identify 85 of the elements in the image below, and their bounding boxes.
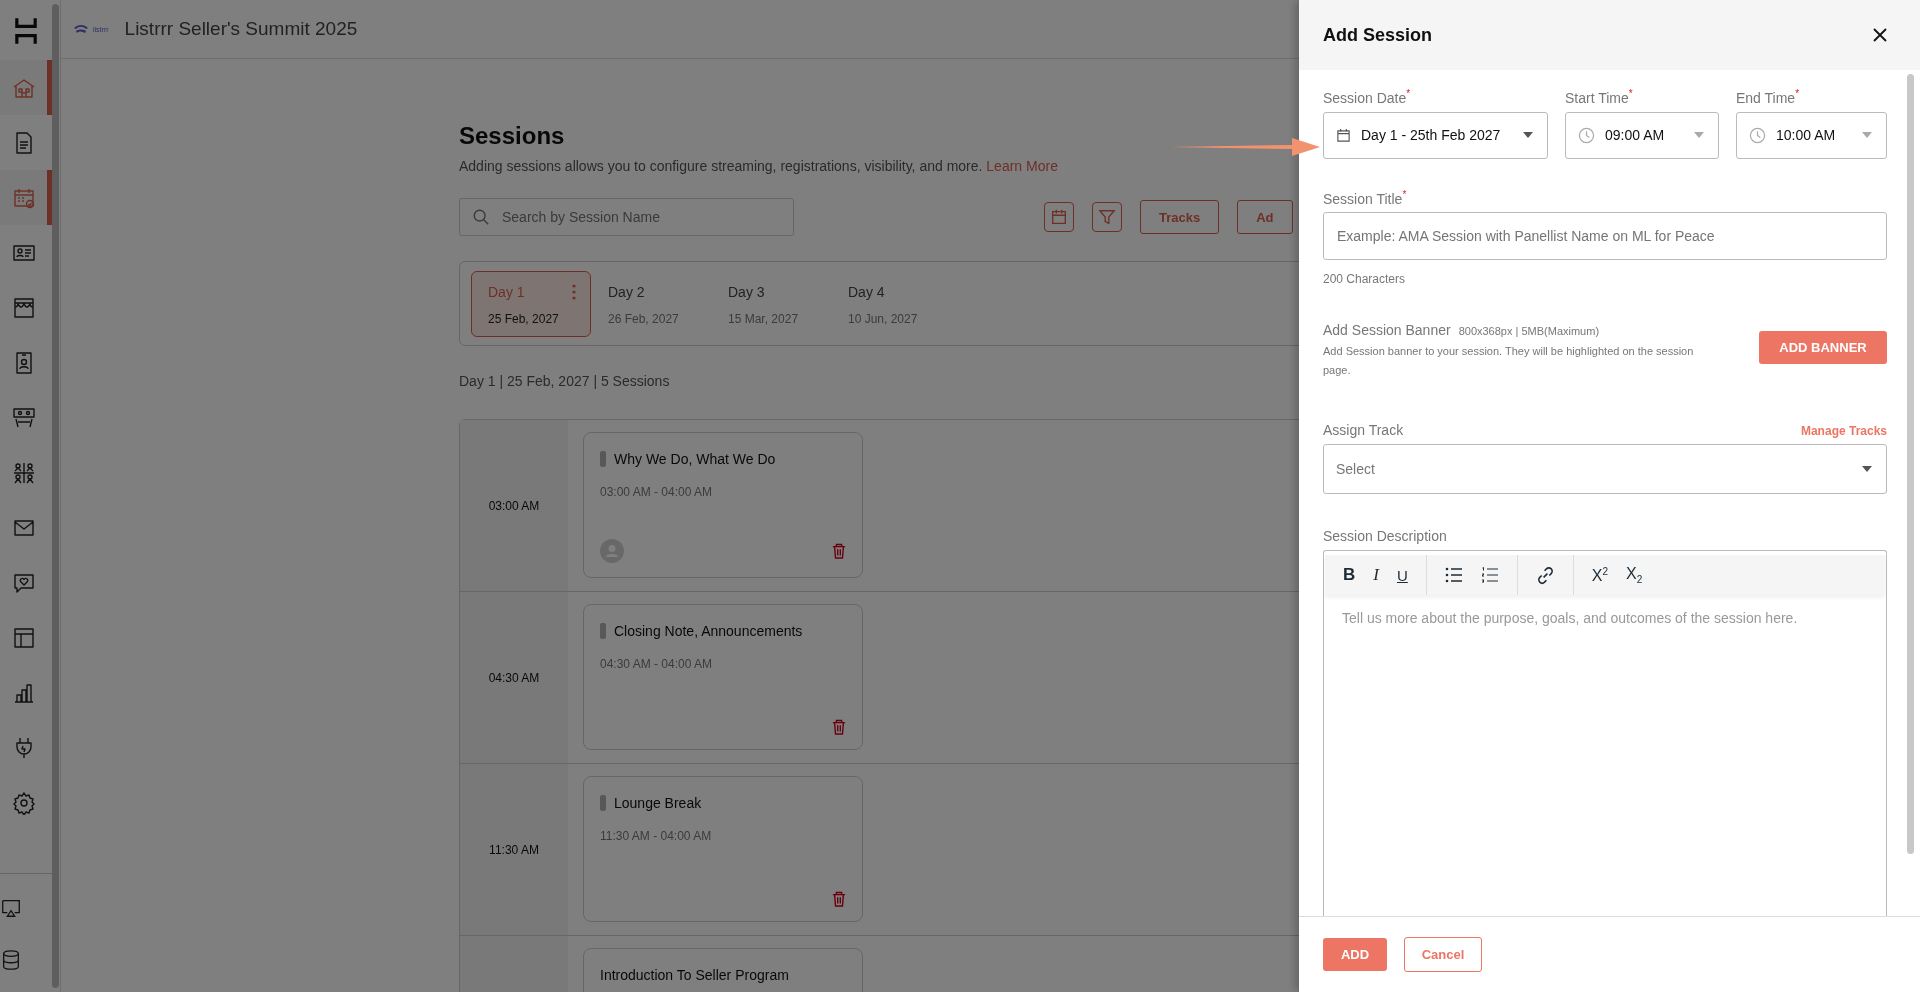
link-icon[interactable] bbox=[1535, 565, 1555, 585]
drawer-title: Add Session bbox=[1323, 24, 1433, 46]
sidebar-item[interactable] bbox=[0, 60, 52, 115]
calendar-icon bbox=[1336, 127, 1351, 143]
search-field[interactable]: Search by Session Name bbox=[459, 198, 794, 236]
field-label: Session Title$^{*}$ bbox=[1323, 188, 1408, 207]
calendar-button[interactable] bbox=[1044, 202, 1074, 232]
caret-icon bbox=[1694, 132, 1704, 139]
day-tab[interactable]: Day 2 26 Feb, 2027 bbox=[591, 270, 711, 337]
search-icon bbox=[472, 208, 490, 226]
people-icon bbox=[12, 460, 36, 485]
add-banner-button[interactable]: ADD BANNER bbox=[1759, 331, 1887, 365]
date-select[interactable]: Day 1 - 25th Feb 2027 bbox=[1323, 111, 1548, 159]
time-label: 03:00 AM bbox=[488, 498, 540, 513]
day-tab[interactable]: Day 1 25 Feb, 2027 bbox=[471, 270, 591, 337]
day-tab[interactable]: Day 4 10 Jun, 2027 bbox=[831, 270, 951, 337]
outline-button[interactable]: Tracks bbox=[1140, 200, 1220, 234]
event-title: Listrrr Seller's Summit 2025 bbox=[124, 18, 358, 40]
caret-icon bbox=[1862, 132, 1872, 139]
session-card[interactable]: Introduction To Seller Program bbox=[583, 948, 863, 992]
superscript-button[interactable]: X$^{2}$ bbox=[1591, 565, 1609, 585]
underline-button[interactable]: U bbox=[1396, 566, 1408, 584]
italic-button[interactable]: I bbox=[1373, 565, 1379, 586]
title-input[interactable]: Example: AMA Session with Panellist Name on ML for Peace bbox=[1323, 212, 1887, 261]
screen-icon bbox=[0, 897, 22, 919]
trash-icon[interactable] bbox=[832, 891, 846, 907]
calendar-icon bbox=[1050, 208, 1068, 226]
more-icon[interactable] bbox=[572, 283, 576, 300]
session-card[interactable]: Why We Do, What We Do 03:00 AM - 04:00 AM bbox=[583, 432, 863, 578]
field-label: Session Description bbox=[1323, 528, 1448, 545]
field-label: End Time$^{*}$ bbox=[1736, 88, 1801, 106]
field-label: Assign Track bbox=[1323, 422, 1404, 439]
outline-button[interactable]: Ad bbox=[1237, 200, 1293, 234]
subscript-button[interactable]: X$_{2}$ bbox=[1626, 565, 1643, 586]
field-label: Start Time$^{*}$ bbox=[1565, 88, 1634, 106]
time-select[interactable]: 09:00 AM bbox=[1565, 111, 1719, 159]
numbered-list-icon[interactable] bbox=[1480, 567, 1499, 584]
filter-button[interactable] bbox=[1092, 202, 1122, 232]
caret-icon bbox=[1862, 466, 1872, 473]
description-editor[interactable]: Tell us more about the purpose, goals, and outcomes of the session here. bbox=[1324, 595, 1886, 916]
sidebar-item[interactable] bbox=[0, 170, 52, 225]
banner-description: Add Session banner to your session. They will be highlighted on the session page. bbox=[1323, 344, 1695, 379]
page-title: Sessions bbox=[459, 122, 565, 150]
day-summary: Day 1 | 25 Feb, 2027 | 5 Sessions bbox=[459, 373, 671, 389]
time-label: 04:30 AM bbox=[488, 670, 540, 685]
session-card[interactable]: Lounge Break 11:30 AM - 04:00 AM bbox=[583, 776, 863, 922]
session-time: 03:00 AM - 04:00 AM bbox=[600, 485, 714, 499]
day-tab[interactable]: Day 3 15 Mar, 2027 bbox=[711, 270, 831, 337]
scrollbar[interactable] bbox=[1907, 74, 1914, 854]
time-label: 11:30 AM bbox=[489, 842, 539, 857]
session-time: 04:30 AM - 04:00 AM bbox=[600, 657, 714, 671]
session-card[interactable]: Closing Note, Announcements 04:30 AM - 04:00 AM bbox=[583, 604, 863, 750]
logo-icon bbox=[15, 16, 37, 46]
session-time: 11:30 AM - 04:00 AM bbox=[600, 829, 713, 843]
learn-more-link[interactable]: Learn More bbox=[986, 158, 1058, 174]
bold-button[interactable]: B bbox=[1343, 565, 1356, 586]
trash-icon[interactable] bbox=[832, 719, 846, 735]
meeting-icon bbox=[12, 405, 36, 430]
session-title: Closing Note, Announcements bbox=[614, 623, 803, 639]
close-icon[interactable] bbox=[1872, 27, 1888, 43]
field-label: Add Session Banner bbox=[1323, 322, 1451, 339]
scrollbar[interactable] bbox=[52, 4, 59, 988]
character-limit: 200 Characters bbox=[1323, 272, 1407, 287]
storefront-icon bbox=[12, 295, 36, 320]
settings-icon bbox=[12, 790, 36, 815]
clock-icon bbox=[1749, 126, 1766, 144]
cancel-button[interactable]: Cancel bbox=[1404, 937, 1482, 972]
trash-icon[interactable] bbox=[832, 543, 846, 559]
database-icon bbox=[0, 949, 22, 971]
logo-icon bbox=[73, 24, 89, 34]
session-title: Lounge Break bbox=[614, 795, 702, 811]
caret-icon bbox=[1523, 132, 1533, 139]
bulleted-list-icon[interactable] bbox=[1444, 567, 1463, 584]
add-button[interactable]: ADD bbox=[1323, 938, 1387, 971]
filter-icon bbox=[1098, 208, 1116, 226]
manage-tracks-link[interactable]: Manage Tracks bbox=[1800, 424, 1887, 439]
banner-spec: 800x368px | 5MB(Maximum) bbox=[1458, 325, 1600, 338]
time-select[interactable]: 10:00 AM bbox=[1736, 111, 1887, 159]
layout-icon bbox=[12, 625, 36, 650]
page-subtitle: Adding sessions allows you to configure streaming, registrations, visibility, and more. bbox=[459, 158, 983, 174]
track-select[interactable]: Select bbox=[1323, 444, 1887, 495]
session-title: Introduction To Seller Program bbox=[600, 967, 789, 983]
clock-icon bbox=[1578, 126, 1595, 144]
session-title: Why We Do, What We Do bbox=[614, 451, 776, 467]
field-label: Session Date$^{*}$ bbox=[1323, 88, 1412, 106]
